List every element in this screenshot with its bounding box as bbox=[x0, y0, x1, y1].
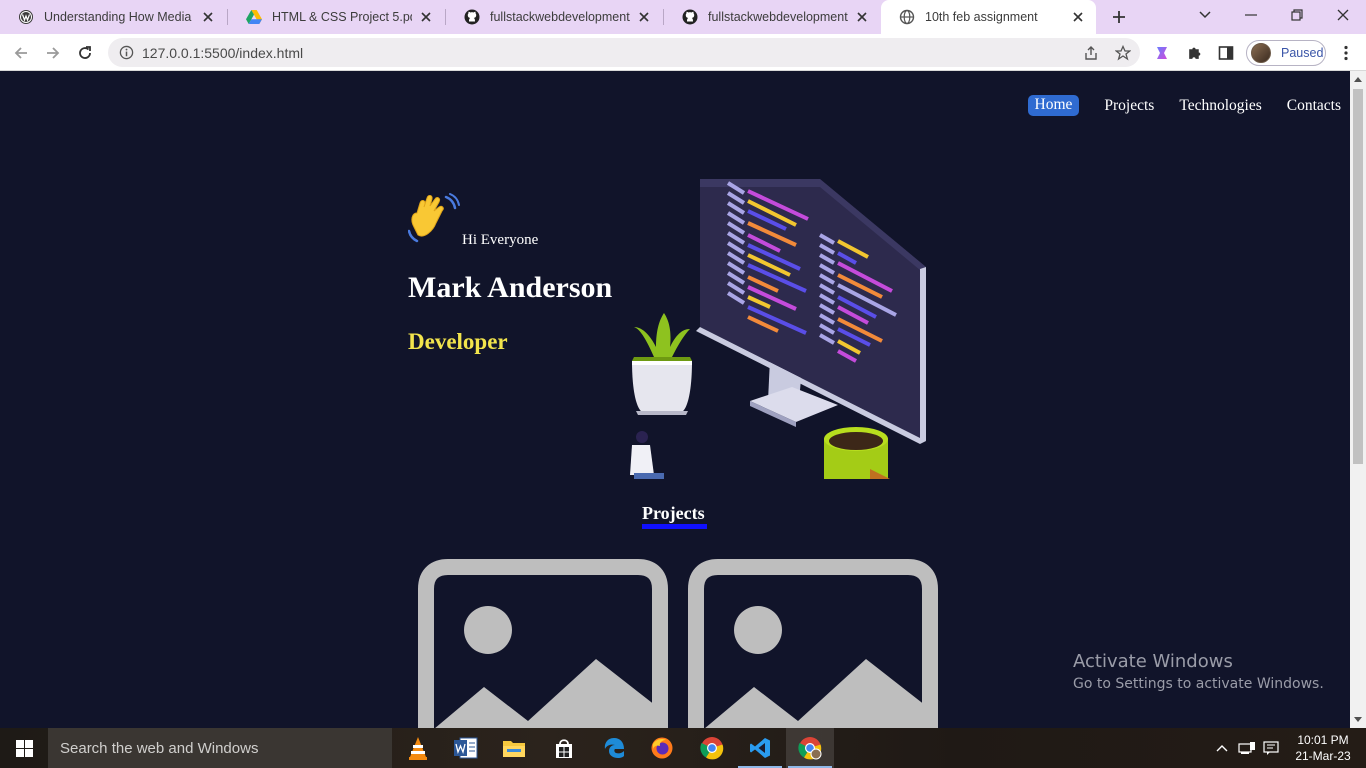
windows-logo-icon bbox=[15, 739, 33, 757]
browser-tab-strip: Understanding How Media Q HTML & CSS Pro… bbox=[0, 0, 1366, 34]
reload-button[interactable] bbox=[72, 40, 98, 66]
share-icon[interactable] bbox=[1082, 44, 1100, 62]
tab-search-button[interactable] bbox=[1182, 0, 1228, 30]
nav-technologies-link[interactable]: Technologies bbox=[1179, 97, 1261, 115]
tab-title: 10th feb assignment bbox=[925, 10, 1038, 24]
nav-contacts-link[interactable]: Contacts bbox=[1287, 97, 1341, 115]
close-tab-icon[interactable] bbox=[854, 9, 870, 25]
avatar bbox=[1251, 43, 1271, 63]
new-tab-button[interactable] bbox=[1108, 7, 1130, 27]
menu-kebab-icon[interactable] bbox=[1336, 43, 1356, 63]
close-tab-icon[interactable] bbox=[418, 9, 434, 25]
system-clock[interactable]: 10:01 PM 21-Mar-23 bbox=[1288, 732, 1358, 764]
tab-title: fullstackwebdevelopment/inc bbox=[490, 10, 630, 24]
notifications-icon[interactable] bbox=[1260, 728, 1282, 768]
chrome-icon[interactable] bbox=[688, 728, 736, 768]
vlc-icon[interactable] bbox=[394, 728, 442, 768]
windows-taskbar: Search the web and Windows 10:01 PM 21-M… bbox=[0, 728, 1366, 768]
site-navigation: Home Projects Technologies Contacts bbox=[1027, 95, 1341, 116]
nav-home-link[interactable]: Home bbox=[1027, 95, 1080, 116]
address-bar[interactable]: 127.0.0.1:5500/index.html bbox=[108, 38, 1140, 67]
start-button[interactable] bbox=[0, 728, 48, 768]
page-scrollbar[interactable] bbox=[1350, 71, 1366, 728]
vscode-icon[interactable] bbox=[736, 728, 784, 768]
edge-icon[interactable] bbox=[590, 728, 638, 768]
close-tab-icon[interactable] bbox=[636, 9, 652, 25]
chrome-profile-icon[interactable] bbox=[786, 728, 834, 768]
project-image-placeholder[interactable] bbox=[418, 559, 668, 728]
word-icon[interactable] bbox=[442, 728, 490, 768]
waving-hand-icon bbox=[407, 193, 460, 252]
store-icon[interactable] bbox=[540, 728, 588, 768]
close-tab-icon[interactable] bbox=[1070, 9, 1086, 25]
scroll-up-icon[interactable] bbox=[1354, 77, 1362, 82]
greeting-text: Hi Everyone bbox=[462, 232, 539, 248]
tab-title: fullstackwebdevelopment/sty bbox=[708, 10, 848, 24]
file-explorer-icon[interactable] bbox=[490, 728, 538, 768]
network-icon[interactable] bbox=[1236, 728, 1258, 768]
github-icon bbox=[464, 9, 480, 25]
tab-title: Understanding How Media Q bbox=[44, 10, 194, 24]
hero-role: Developer bbox=[408, 329, 508, 354]
developer-illustration bbox=[599, 179, 930, 484]
close-tab-icon[interactable] bbox=[200, 9, 216, 25]
side-panel-icon[interactable] bbox=[1216, 43, 1236, 63]
bookmark-star-icon[interactable] bbox=[1114, 44, 1132, 62]
taskbar-search-box[interactable]: Search the web and Windows bbox=[48, 728, 392, 768]
globe-icon bbox=[899, 9, 915, 25]
webpage-viewport: Home Projects Technologies Contacts Hi E… bbox=[0, 71, 1350, 728]
clock-date: 21-Mar-23 bbox=[1295, 749, 1351, 763]
tab-10th-feb-assignment[interactable]: 10th feb assignment bbox=[881, 0, 1096, 34]
google-drive-icon bbox=[246, 9, 262, 25]
tab-media-queries[interactable]: Understanding How Media Q bbox=[0, 0, 226, 34]
clock-time: 10:01 PM bbox=[1297, 733, 1349, 747]
tab-github-sty[interactable]: fullstackwebdevelopment/sty bbox=[664, 0, 880, 34]
tab-github-inc[interactable]: fullstackwebdevelopment/inc bbox=[446, 0, 662, 34]
project-image-placeholder[interactable] bbox=[688, 559, 938, 728]
site-info-icon[interactable] bbox=[119, 45, 134, 65]
extensions-puzzle-icon[interactable] bbox=[1184, 43, 1204, 63]
chevron-up-icon[interactable] bbox=[1212, 728, 1232, 768]
firefox-icon[interactable] bbox=[638, 728, 686, 768]
watermark-subtitle: Go to Settings to activate Windows. bbox=[1073, 676, 1324, 692]
activate-windows-watermark: Activate Windows Go to Settings to activ… bbox=[1073, 651, 1324, 692]
restore-button[interactable] bbox=[1274, 0, 1320, 30]
profile-button[interactable]: Paused bbox=[1246, 40, 1326, 66]
url-text[interactable]: 127.0.0.1:5500/index.html bbox=[142, 45, 303, 61]
scroll-down-icon[interactable] bbox=[1354, 717, 1362, 722]
forward-button[interactable] bbox=[40, 40, 66, 66]
tab-title: HTML & CSS Project 5.pdf - G bbox=[272, 10, 412, 24]
projects-underline bbox=[642, 524, 707, 529]
browser-toolbar: 127.0.0.1:5500/index.html Paused bbox=[0, 34, 1366, 71]
scrollbar-thumb[interactable] bbox=[1353, 89, 1363, 464]
minimize-button[interactable] bbox=[1228, 0, 1274, 30]
github-icon bbox=[682, 9, 698, 25]
extension-gradient-icon[interactable] bbox=[1152, 43, 1172, 63]
profile-status: Paused bbox=[1281, 46, 1324, 60]
projects-heading: Projects bbox=[642, 503, 705, 523]
hero-name: Mark Anderson bbox=[408, 271, 613, 304]
nav-projects-link[interactable]: Projects bbox=[1104, 97, 1154, 115]
tab-project-pdf[interactable]: HTML & CSS Project 5.pdf - G bbox=[228, 0, 444, 34]
close-window-button[interactable] bbox=[1320, 0, 1366, 30]
watermark-title: Activate Windows bbox=[1073, 651, 1233, 672]
search-placeholder: Search the web and Windows bbox=[60, 740, 259, 757]
back-button[interactable] bbox=[8, 40, 34, 66]
wordpress-icon bbox=[18, 9, 34, 25]
